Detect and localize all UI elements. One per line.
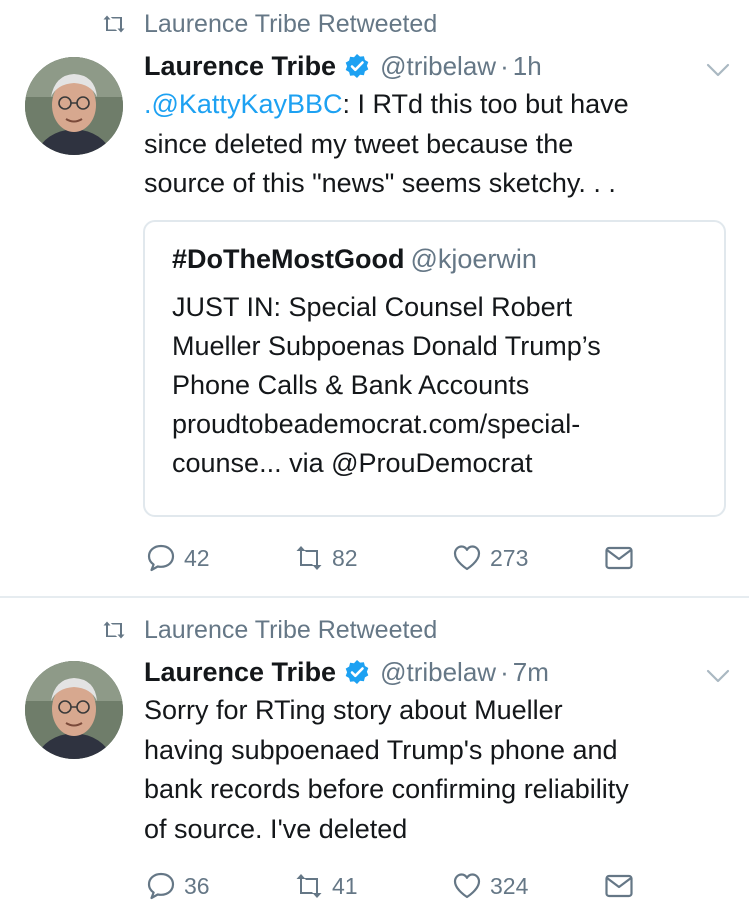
quoted-tweet-header: #DoTheMostGood @kjoerwin (172, 244, 537, 275)
verified-badge-icon (345, 54, 369, 78)
quoted-tweet-text: JUST IN: Special Counsel Robert Mueller … (172, 288, 712, 483)
timestamp[interactable]: 1h (513, 51, 542, 82)
reply-button[interactable]: 42 (146, 542, 210, 574)
tweet-text-line: since deleted my tweet because the (144, 128, 574, 159)
tweet-header: Laurence Tribe @tribelaw · 1h (144, 48, 542, 84)
quoted-text-line: proudtobeademocrat.com/special- (172, 409, 581, 439)
retweet-context: Laurence Tribe Retweeted (102, 615, 437, 645)
retweet-count: 82 (332, 544, 358, 571)
quoted-text-line: JUST IN: Special Counsel Robert (172, 292, 573, 322)
retweet-context: Laurence Tribe Retweeted (102, 9, 437, 39)
retweet-icon (103, 15, 125, 33)
heart-icon (453, 873, 481, 899)
tweet-text-fragment: : I RTd this too but have (342, 89, 629, 119)
tweet-header: Laurence Tribe @tribelaw · 7m (144, 654, 549, 690)
retweet-icon (296, 874, 322, 898)
separator-dot: · (500, 656, 509, 687)
avatar-image (25, 661, 123, 759)
verified-badge-icon (345, 660, 369, 684)
tweet[interactable]: Laurence Tribe Retweeted Laurence Tribe … (0, 0, 749, 597)
like-button[interactable]: 273 (452, 542, 528, 574)
retweet-icon (296, 546, 322, 570)
tweet-text-line: Sorry for RTing story about Mueller (144, 695, 563, 725)
reply-icon (147, 544, 175, 572)
retweet-button[interactable]: 41 (294, 870, 358, 902)
reply-count: 42 (184, 544, 210, 571)
quoted-author-name: #DoTheMostGood (172, 244, 405, 274)
direct-message-button[interactable] (604, 870, 634, 902)
tweet-text: Sorry for RTing story about Mueller havi… (144, 691, 734, 849)
author-handle[interactable]: @tribelaw (380, 51, 496, 82)
tweet-text-line: bank records before confirming reliabili… (144, 774, 629, 804)
retweet-count: 41 (332, 872, 358, 899)
direct-message-button[interactable] (604, 542, 634, 574)
heart-icon (453, 545, 481, 571)
tweet-text-line: source of this "news" seems sketchy. . . (144, 168, 616, 198)
reply-button[interactable]: 36 (146, 870, 210, 902)
timestamp[interactable]: 7m (513, 657, 549, 688)
quoted-tweet-card[interactable]: #DoTheMostGood @kjoerwin JUST IN: Special… (143, 220, 726, 517)
author-name[interactable]: Laurence Tribe (144, 51, 336, 82)
mention-link[interactable]: .@KattyKayBBC (144, 89, 342, 119)
like-button[interactable]: 324 (452, 870, 528, 902)
reply-count: 36 (184, 872, 210, 899)
retweet-icon (103, 621, 125, 639)
author-handle[interactable]: @tribelaw (380, 657, 496, 688)
tweet-text-line: of source. I've deleted (144, 813, 408, 844)
chevron-down-icon[interactable] (705, 61, 731, 79)
like-count: 324 (490, 872, 529, 899)
chevron-down-icon[interactable] (705, 667, 731, 685)
quoted-author-handle: @kjoerwin (410, 244, 537, 274)
tweet-actions: 36 41 324 (146, 870, 666, 902)
reply-icon (147, 872, 175, 900)
tweet[interactable]: Laurence Tribe Retweeted Laurence Tribe … (0, 598, 749, 913)
tweet-actions: 42 82 273 (146, 542, 666, 574)
quoted-text-line: Mueller Subpoenas Donald Trump’s (172, 331, 601, 361)
quoted-text-line: counse... via @ProuDemocrat (172, 448, 533, 478)
envelope-icon (605, 546, 633, 570)
author-name[interactable]: Laurence Tribe (144, 657, 336, 688)
avatar[interactable] (25, 661, 123, 759)
retweet-button[interactable]: 82 (294, 542, 358, 574)
separator-dot: · (500, 50, 509, 81)
retweeted-by-label: Laurence Tribe Retweeted (144, 9, 438, 38)
avatar[interactable] (25, 57, 123, 155)
tweet-text-line: having subpoenaed Trump's phone and (144, 734, 618, 765)
like-count: 273 (490, 544, 529, 571)
avatar-image (25, 57, 123, 155)
tweet-text-line: .@KattyKayBBC: I RTd this too but have (144, 85, 734, 125)
tweet-text: .@KattyKayBBC: I RTd this too but have s… (144, 85, 734, 204)
envelope-icon (605, 874, 633, 898)
retweeted-by-label: Laurence Tribe Retweeted (144, 615, 438, 644)
quoted-text-line: Phone Calls & Bank Accounts (172, 370, 530, 400)
